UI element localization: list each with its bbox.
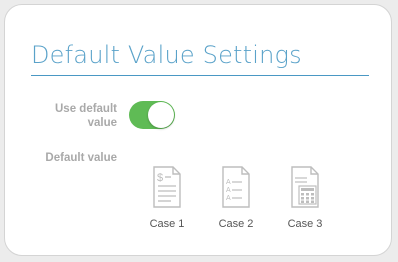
use-default-label: Use default value xyxy=(55,103,117,129)
svg-text:A: A xyxy=(226,195,231,202)
case-option-3[interactable]: Case 3 xyxy=(280,161,330,233)
panel-title: Default Value Settings xyxy=(31,41,302,69)
checklist-document-icon: A A A xyxy=(222,166,250,208)
dollar-document-icon: $ xyxy=(153,166,181,208)
case-label: Case 1 xyxy=(149,218,185,230)
case-label: Case 2 xyxy=(218,218,254,230)
case-option-2[interactable]: A A A Case 2 xyxy=(211,161,261,233)
case-option-1[interactable]: $ Case 1 xyxy=(142,161,192,233)
settings-card: Default Value Settings Use default value… xyxy=(4,4,392,256)
default-value-label: Default value xyxy=(45,152,117,164)
svg-text:$: $ xyxy=(157,172,163,184)
svg-text:A: A xyxy=(226,187,231,194)
toggle-knob xyxy=(148,102,174,128)
calculator-document-icon xyxy=(291,166,319,208)
title-divider xyxy=(31,75,369,76)
svg-text:A: A xyxy=(226,179,231,186)
case-label: Case 3 xyxy=(287,218,323,230)
use-default-toggle[interactable] xyxy=(129,101,175,129)
